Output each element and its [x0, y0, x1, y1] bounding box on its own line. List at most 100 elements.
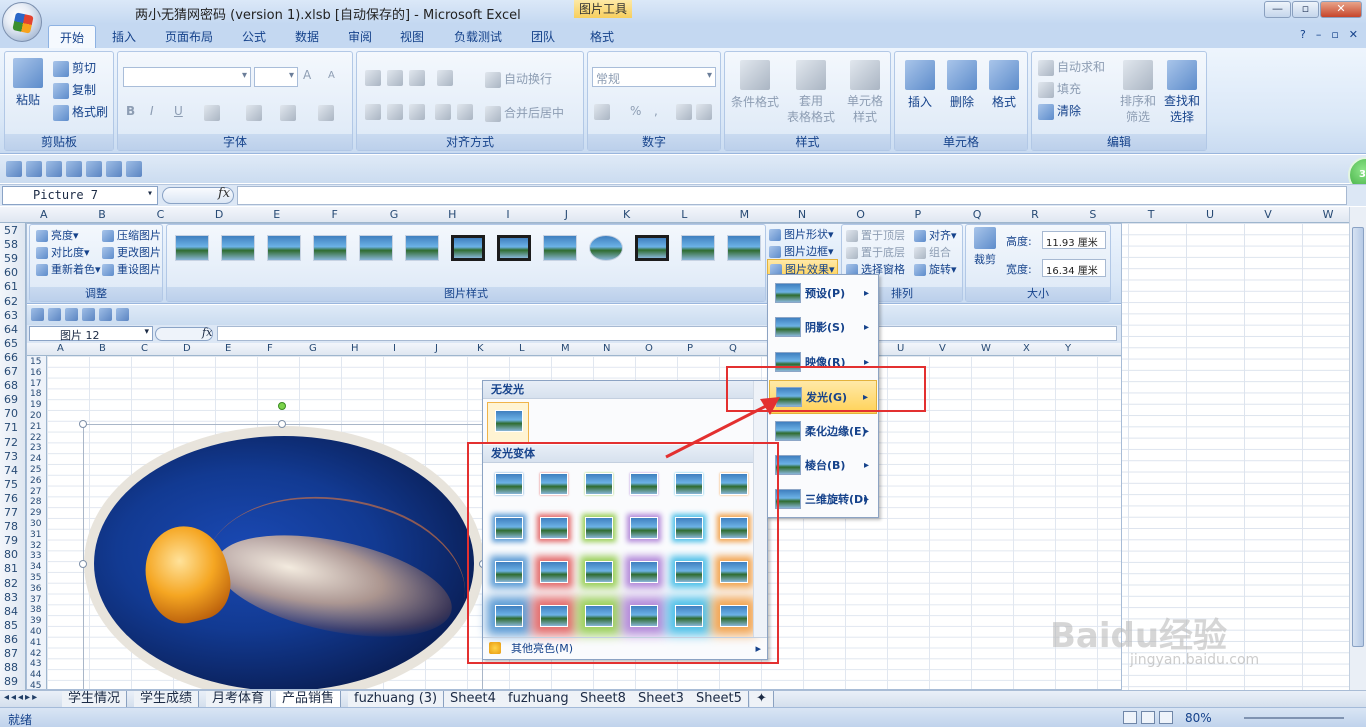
- align-top-icon[interactable]: [365, 70, 381, 86]
- column-header[interactable]: B: [98, 208, 106, 221]
- inner-row-header[interactable]: 42: [30, 649, 41, 659]
- inner-column-header[interactable]: P: [687, 343, 693, 354]
- tab-review[interactable]: 审阅: [348, 28, 372, 45]
- minimize-ribbon-icon[interactable]: –: [1316, 28, 1322, 41]
- effects-menu-item[interactable]: 棱台(B): [769, 449, 877, 483]
- delete-cells-button[interactable]: 删除: [943, 60, 981, 110]
- row-header[interactable]: 58: [4, 238, 18, 251]
- insert-function-button[interactable]: fx: [218, 186, 230, 201]
- picture-style-thumb[interactable]: [589, 235, 623, 261]
- column-header[interactable]: D: [215, 208, 223, 221]
- column-header[interactable]: O: [856, 208, 865, 221]
- picture-style-thumb[interactable]: [405, 235, 439, 261]
- inner-name-box[interactable]: 图片 12: [29, 326, 153, 342]
- inner-row-header[interactable]: 41: [30, 638, 41, 648]
- picture-style-thumb[interactable]: [451, 235, 485, 261]
- inner-row-header[interactable]: 32: [30, 541, 41, 551]
- row-header[interactable]: 60: [4, 266, 18, 279]
- column-header[interactable]: G: [390, 208, 399, 221]
- inner-column-header[interactable]: M: [561, 343, 570, 354]
- picture-style-thumb[interactable]: [359, 235, 393, 261]
- change-picture-button[interactable]: 更改图片: [102, 244, 161, 260]
- insert-sheet-icon[interactable]: ✦: [750, 691, 774, 707]
- font-color-icon[interactable]: [280, 105, 296, 121]
- undo-icon[interactable]: [106, 161, 122, 177]
- autosum-button[interactable]: 自动求和: [1038, 58, 1105, 76]
- font-size-combo[interactable]: [254, 67, 298, 87]
- fill-button[interactable]: 填充: [1038, 80, 1081, 98]
- page-break-view-icon[interactable]: [1159, 711, 1173, 724]
- row-header[interactable]: 71: [4, 421, 18, 434]
- resize-handle[interactable]: [79, 560, 87, 568]
- inner-column-header[interactable]: G: [309, 343, 317, 354]
- row-header[interactable]: 84: [4, 605, 18, 618]
- inner-column-header[interactable]: X: [1023, 343, 1030, 354]
- inner-row-header[interactable]: 25: [30, 465, 41, 475]
- resize-handle[interactable]: [278, 420, 286, 428]
- inner-formula-input[interactable]: [217, 326, 1117, 341]
- picture-style-thumb[interactable]: [313, 235, 347, 261]
- column-header[interactable]: W: [1323, 208, 1334, 221]
- picture-style-thumb[interactable]: [267, 235, 301, 261]
- sheet-tab[interactable]: Sheet4: [444, 691, 503, 707]
- print-preview-icon[interactable]: [46, 161, 62, 177]
- inner-column-header[interactable]: H: [351, 343, 359, 354]
- column-header[interactable]: C: [157, 208, 165, 221]
- row-header[interactable]: 69: [4, 393, 18, 406]
- save-icon[interactable]: [6, 161, 22, 177]
- undo-icon[interactable]: [116, 308, 129, 321]
- tab-data[interactable]: 数据: [295, 28, 319, 45]
- crop-button[interactable]: 裁剪: [970, 227, 1000, 267]
- row-header[interactable]: 86: [4, 633, 18, 646]
- row-header[interactable]: 80: [4, 548, 18, 561]
- column-header[interactable]: H: [448, 208, 456, 221]
- row-header[interactable]: 65: [4, 337, 18, 350]
- jellyfish-picture[interactable]: [84, 426, 484, 689]
- row-header[interactable]: 72: [4, 436, 18, 449]
- column-header[interactable]: T: [1148, 208, 1155, 221]
- row-header[interactable]: 83: [4, 591, 18, 604]
- column-header[interactable]: A: [40, 208, 48, 221]
- cut-button[interactable]: 剪切: [53, 59, 96, 77]
- align-bottom-icon[interactable]: [409, 70, 425, 86]
- column-header[interactable]: F: [332, 208, 338, 221]
- normal-view-icon[interactable]: [1123, 711, 1137, 724]
- group-objects-button[interactable]: 组合: [914, 244, 951, 260]
- inner-column-header[interactable]: I: [393, 343, 396, 354]
- inner-column-header[interactable]: D: [183, 343, 191, 354]
- decrease-indent-icon[interactable]: [435, 104, 451, 120]
- bring-to-front-button[interactable]: 置于顶层: [846, 227, 905, 243]
- customize-qat-icon[interactable]: [126, 161, 142, 177]
- percent-button[interactable]: %: [630, 104, 641, 118]
- inner-row-header[interactable]: 43: [30, 659, 41, 669]
- underline-button[interactable]: U: [174, 104, 183, 118]
- inner-column-header[interactable]: W: [981, 343, 991, 354]
- format-as-table-button[interactable]: 套用 表格格式: [785, 60, 837, 125]
- rotate-button[interactable]: 旋转▾: [914, 261, 957, 277]
- sheet-tab[interactable]: 月考体育: [206, 691, 272, 707]
- fill-color-icon[interactable]: [246, 105, 262, 121]
- tab-home[interactable]: 开始: [48, 25, 97, 49]
- restore-ribbon-icon[interactable]: ▫: [1331, 28, 1338, 41]
- row-header[interactable]: 85: [4, 619, 18, 632]
- bold-button[interactable]: B: [126, 104, 135, 118]
- reset-picture-button[interactable]: 重设图片: [102, 261, 161, 277]
- compress-pictures-button[interactable]: 压缩图片: [102, 227, 161, 243]
- zoom-level[interactable]: 80%: [1185, 711, 1212, 725]
- inner-row-header[interactable]: 19: [30, 400, 41, 410]
- copy-button[interactable]: 复制: [53, 81, 96, 99]
- borders-icon[interactable]: [86, 161, 102, 177]
- tab-load-test[interactable]: 负载测试: [454, 28, 502, 45]
- inner-row-header[interactable]: 20: [30, 411, 41, 421]
- tab-page-layout[interactable]: 页面布局: [165, 28, 213, 45]
- effects-menu-item[interactable]: 柔化边缘(E): [769, 415, 877, 449]
- format-cells-button[interactable]: 格式: [985, 60, 1023, 110]
- number-format-combo[interactable]: 常规: [592, 67, 716, 87]
- align-middle-icon[interactable]: [387, 70, 403, 86]
- row-header[interactable]: 81: [4, 562, 18, 575]
- picture-style-thumb[interactable]: [175, 235, 209, 261]
- insert-cells-button[interactable]: 插入: [901, 60, 939, 110]
- picture-style-thumb[interactable]: [727, 235, 761, 261]
- row-header[interactable]: 75: [4, 478, 18, 491]
- inner-row-header[interactable]: 45: [30, 681, 41, 689]
